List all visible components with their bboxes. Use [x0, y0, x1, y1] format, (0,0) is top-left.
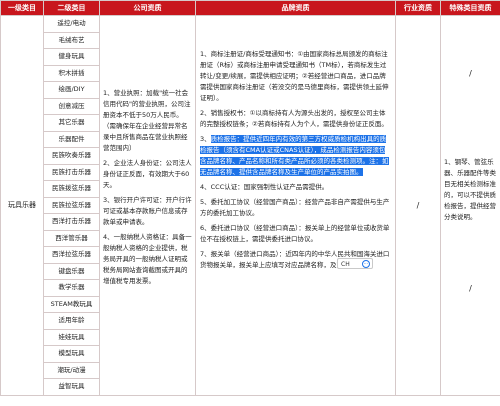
header-level1-category: 一级类目: [0, 0, 44, 16]
brand-qualification-cell: 1、商标注册证/商标受理通知书：①由国家商标总局颁发的商标注册证（R标）或商标注…: [195, 15, 396, 396]
ccc-requirement: 4、CCC认证：国家强制性认证产品需提供。: [200, 183, 329, 191]
special-qualification-cell: / 1、钢琴、管弦乐器、乐器配件等类目无相关检测标准的，可以不提供质检报告，提供经…: [440, 15, 500, 396]
subcategory-cell: 益智玩具: [43, 378, 100, 396]
subcategory-cell: 西洋打击乐器: [43, 213, 100, 231]
industry-qualification-cell: /: [395, 15, 441, 396]
subcategory-cell: 民族拉弦乐器: [43, 196, 100, 214]
subcategory-cell: 健身玩具: [43, 48, 100, 66]
table-row: 玩具乐器 遥控/电动 1、营业执照：加载"统一社会信用代码"的营业执照，公司注册资本…: [0, 15, 500, 396]
subcategory-cell: 教学乐器: [43, 279, 100, 297]
inspection-number: 3、: [200, 135, 211, 143]
subcategory-cell: 适用年龄: [43, 312, 100, 330]
level1-category-cell: 玩具乐器: [0, 15, 44, 396]
company-qualification-item: 4、一般纳税人资格证：具备一般纳税人资格的企业提供，税务局开具的一般纳税人证明或…: [103, 233, 192, 285]
ime-language-indicator[interactable]: CH ⋯: [337, 258, 373, 269]
subcategory-cell: 西洋管乐器: [43, 229, 100, 247]
company-qualification-item: 1、营业执照：加载"统一社会信用代码"的营业执照，公司注册资本不低于50万人民币…: [103, 89, 191, 152]
subcategory-cell: 娃娃玩具: [43, 328, 100, 346]
subcategory-cell: 民族吹奏乐器: [43, 147, 100, 165]
header-level2-category: 二级类目: [43, 0, 100, 16]
header-brand-qualification: 品牌资质: [195, 0, 396, 16]
oem-agreement-requirement: 5、委托加工协议（经营国产商品）：经营产品非自产需提供与生产方的委托加工协议。: [200, 198, 390, 217]
header-special-qualification: 特殊类目资质: [440, 0, 500, 16]
special-top-value: /: [469, 69, 472, 78]
ime-label: CH: [341, 261, 350, 268]
header-industry-qualification: 行业资质: [395, 0, 441, 16]
subcategory-cell: 键盘乐器: [43, 262, 100, 280]
subcategory-cell: 其它乐器: [43, 114, 100, 132]
subcategory-cell: 民族打击乐器: [43, 163, 100, 181]
special-rules-text: 1、钢琴、管弦乐器、乐器配件等类目无相关检测标准的，可以不提供质检报告，提供经营…: [444, 158, 496, 221]
subcategory-cell: STEAM教玩具: [43, 295, 100, 313]
header-company-qualification: 公司资质: [99, 0, 196, 16]
subcategory-cell: 创意减压: [43, 97, 100, 115]
company-qualification-item: 2、企业法人身份证：公司法人身份证正反面，有效期大于60天。: [103, 159, 192, 189]
import-agreement-requirement: 6、委托进口协议（经营进口商品）：报关单上的经营单位或收货单位不在授权链上，需提…: [200, 224, 390, 243]
qualification-table: 一级类目 二级类目 公司资质 品牌资质 行业资质 特殊类目资质 玩具乐器 遥控/电…: [0, 0, 500, 396]
subcategory-cell: 潮玩/动漫: [43, 361, 100, 379]
subcategory-cell: 绘画/DIY: [43, 81, 100, 99]
subcategory-cell: 遥控/电动: [43, 15, 100, 33]
subcategory-cell: 毛绒布艺: [43, 31, 100, 49]
trademark-requirement: 1、商标注册证/商标受理通知书：①由国家商标总局颁发的商标注册证（R标）或商标注…: [200, 50, 389, 102]
ime-menu-icon[interactable]: ⋯: [362, 260, 370, 268]
special-bottom-value: /: [469, 284, 472, 293]
subcategory-cell: 积木拼插: [43, 64, 100, 82]
table-header-row: 一级类目 二级类目 公司资质 品牌资质 行业资质 特殊类目资质: [0, 0, 500, 16]
inspection-title[interactable]: 质检报告：: [210, 135, 244, 143]
authorization-requirement: 2、销售授权书：①以商标持有人为源头出发的，授权至公司主体的完整授权链条；②若商…: [200, 109, 388, 128]
subcategory-cell: 民族拨弦乐器: [43, 180, 100, 198]
subcategory-cell: 模型玩具: [43, 345, 100, 363]
subcategory-cell: 西洋拉弦乐器: [43, 246, 100, 264]
company-qualification-cell: 1、营业执照：加载"统一社会信用代码"的营业执照，公司注册资本不低于50万人民币…: [99, 15, 196, 396]
inspection-report-requirement: 3、质检报告：提供近四年内有效的第三方权威质检机构出具的质检报告（须含有CMA认…: [200, 134, 391, 178]
company-qualification-item: 3、银行开户许可证：开户行许可证或基本存款账户信息或存款单或申请表。: [103, 196, 192, 226]
subcategory-cell: 乐器配件: [43, 130, 100, 148]
